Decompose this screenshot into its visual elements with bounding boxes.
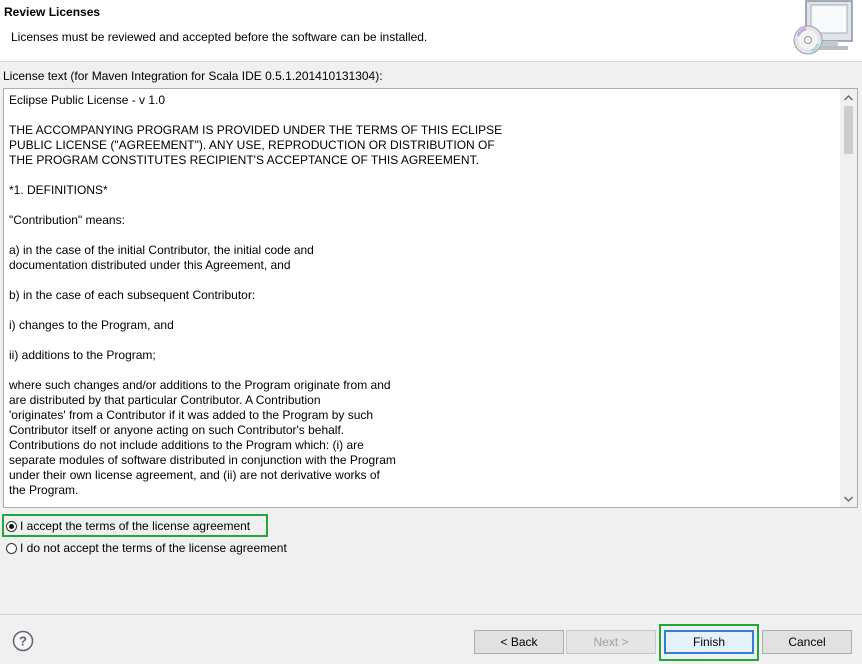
footer-divider: [0, 614, 862, 615]
accept-license-label[interactable]: I accept the terms of the license agreem…: [20, 519, 250, 533]
page-description: Licenses must be reviewed and accepted b…: [11, 30, 428, 44]
decline-license-label[interactable]: I do not accept the terms of the license…: [20, 541, 287, 555]
radio-selected-icon[interactable]: [6, 520, 17, 532]
accept-license-radio[interactable]: I accept the terms of the license agreem…: [6, 517, 250, 535]
vertical-scrollbar[interactable]: [840, 89, 857, 507]
page-title: Review Licenses: [4, 5, 101, 19]
scroll-up-icon[interactable]: [840, 89, 857, 106]
install-cd-monitor-icon: [792, 0, 856, 60]
license-text-area[interactable]: Eclipse Public License - v 1.0 THE ACCOM…: [3, 88, 858, 508]
next-button[interactable]: Next >: [566, 630, 656, 654]
scroll-thumb[interactable]: [844, 106, 853, 154]
svg-text:?: ?: [19, 634, 27, 649]
cancel-button[interactable]: Cancel: [762, 630, 852, 654]
scroll-down-icon[interactable]: [840, 490, 857, 507]
dialog-header: Review Licenses Licenses must be reviewe…: [0, 0, 862, 62]
license-text-label: License text (for Maven Integration for …: [3, 69, 383, 83]
decline-license-radio[interactable]: I do not accept the terms of the license…: [6, 539, 287, 557]
help-icon[interactable]: ?: [12, 630, 34, 652]
back-button[interactable]: < Back: [474, 630, 564, 654]
license-text: Eclipse Public License - v 1.0 THE ACCOM…: [9, 93, 503, 497]
finish-button[interactable]: Finish: [664, 630, 754, 654]
radio-unselected-icon[interactable]: [6, 542, 17, 554]
